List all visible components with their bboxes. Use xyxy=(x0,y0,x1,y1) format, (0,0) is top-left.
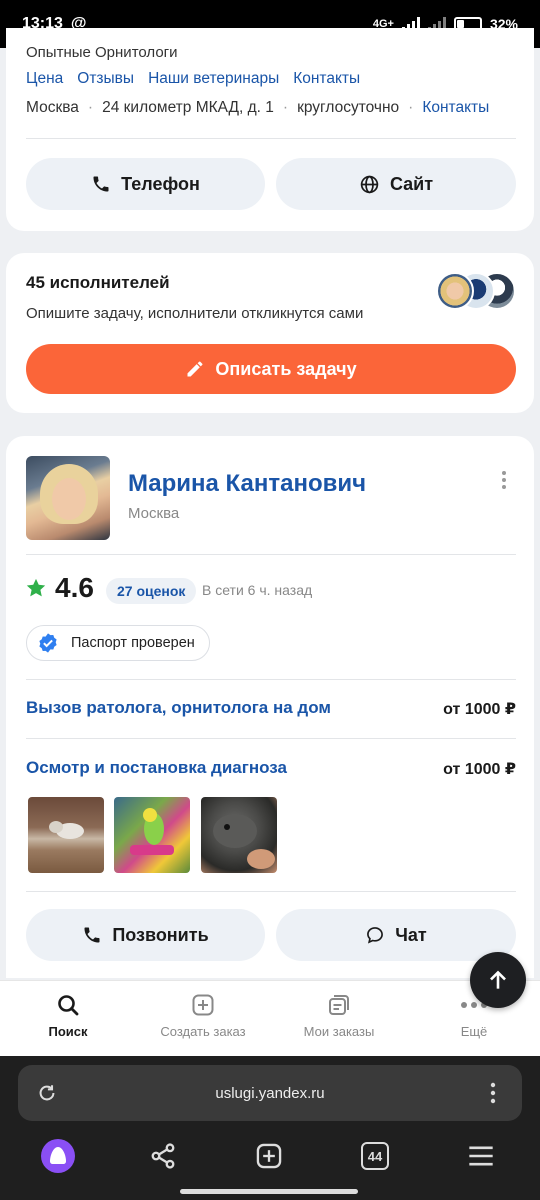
service-price: от 1000 ₽ xyxy=(443,761,516,778)
passport-label: Паспорт проверен xyxy=(71,635,195,651)
more-options-icon[interactable] xyxy=(502,471,506,489)
phone-button[interactable]: Телефон xyxy=(26,158,265,210)
divider xyxy=(26,679,516,680)
org-partial-title: Опытные Орнитологи xyxy=(26,44,178,61)
phone-icon xyxy=(93,176,109,192)
service-title[interactable]: Осмотр и постановка диагноза xyxy=(26,758,287,778)
reviews-badge[interactable]: 27 оценок xyxy=(106,578,197,604)
site-button[interactable]: Сайт xyxy=(276,158,516,210)
portfolio-photo[interactable] xyxy=(28,797,104,873)
tabs-icon: 44 xyxy=(361,1142,389,1170)
new-tab-icon xyxy=(256,1143,282,1169)
share-icon xyxy=(151,1143,175,1169)
tab-my-orders[interactable]: Мои заказы xyxy=(279,993,399,1039)
search-icon xyxy=(58,995,79,1016)
org-hours: круглосуточно xyxy=(297,99,400,116)
portfolio-photo[interactable] xyxy=(201,797,277,873)
tab-search-label: Поиск xyxy=(48,1024,88,1039)
alice-icon xyxy=(41,1139,75,1173)
tabs-count: 44 xyxy=(367,1148,383,1164)
passport-badge: Паспорт проверен xyxy=(26,625,210,661)
chat-button-label: Чат xyxy=(395,924,427,945)
star-icon xyxy=(26,578,46,597)
rating-value: 4.6 xyxy=(55,572,94,603)
arrow-up-icon xyxy=(490,970,506,989)
describe-task-button[interactable]: Описать задачу xyxy=(26,344,516,394)
browser-chrome: uslugi.yandex.ru 44 xyxy=(0,1056,540,1200)
performers-title: 45 исполнителей xyxy=(26,273,170,292)
describe-task-label: Описать задачу xyxy=(215,358,357,379)
alice-button[interactable] xyxy=(36,1134,80,1178)
org-city: Москва xyxy=(26,99,79,116)
tab-my-orders-label: Мои заказы xyxy=(303,1024,375,1039)
menu-dots-icon[interactable] xyxy=(482,1081,504,1105)
chat-bubble-icon xyxy=(367,927,384,944)
call-button-label: Позвонить xyxy=(112,924,209,945)
bottom-tab-bar: Поиск Создать заказ Мои заказы Ещё xyxy=(0,980,540,1056)
service-title[interactable]: Вызов ратолога, орнитолога на дом xyxy=(26,698,331,718)
hamburger-icon xyxy=(469,1146,493,1166)
divider xyxy=(26,138,516,139)
globe-icon xyxy=(360,175,379,193)
separator-dot: · xyxy=(408,99,414,116)
orders-icon xyxy=(329,995,349,1015)
divider xyxy=(26,891,516,892)
org-info: Москва · 24 километр МКАД, д. 1 · кругло… xyxy=(26,99,489,117)
scroll-to-top-button[interactable] xyxy=(470,952,526,1008)
tab-create-order-label: Создать заказ xyxy=(160,1024,246,1039)
service-price: от 1000 ₽ xyxy=(443,701,516,718)
plus-square-icon xyxy=(192,994,214,1016)
separator-dot: · xyxy=(87,99,94,116)
avatar xyxy=(436,272,474,310)
new-tab-button[interactable] xyxy=(247,1134,291,1178)
pencil-icon xyxy=(187,361,203,377)
tab-create-order[interactable]: Создать заказ xyxy=(143,993,263,1039)
browser-menu-button[interactable] xyxy=(459,1134,503,1178)
link-vets[interactable]: Наши ветеринары xyxy=(148,70,279,88)
phone-icon xyxy=(84,927,100,943)
call-button[interactable]: Позвонить xyxy=(26,909,265,961)
org-address: 24 километр МКАД, д. 1 xyxy=(102,99,274,116)
divider xyxy=(26,554,516,555)
url-text[interactable]: uslugi.yandex.ru xyxy=(18,1085,522,1102)
phone-button-label: Телефон xyxy=(121,173,200,194)
browser-nav: 44 xyxy=(0,1134,540,1184)
portfolio-photo[interactable] xyxy=(114,797,190,873)
tab-more-label: Ещё xyxy=(460,1024,488,1039)
separator-dot: · xyxy=(282,99,289,116)
performers-subtitle: Опишите задачу, исполнители откликнутся … xyxy=(26,305,364,322)
profile-name[interactable]: Марина Кантанович xyxy=(128,470,366,498)
address-bar[interactable]: uslugi.yandex.ru xyxy=(18,1065,522,1121)
link-contacts[interactable]: Контакты xyxy=(293,70,360,88)
verified-check-icon xyxy=(39,633,57,653)
performer-avatars xyxy=(436,272,516,312)
site-button-label: Сайт xyxy=(389,173,434,194)
online-status: В сети 6 ч. назад xyxy=(202,582,313,598)
profile-city: Москва xyxy=(128,505,180,522)
link-price[interactable]: Цена xyxy=(26,70,63,88)
divider xyxy=(26,738,516,739)
tab-search[interactable]: Поиск xyxy=(8,993,128,1039)
gesture-bar xyxy=(180,1189,358,1194)
tabs-button[interactable]: 44 xyxy=(353,1134,397,1178)
profile-photo[interactable] xyxy=(26,456,110,540)
chat-button[interactable]: Чат xyxy=(276,909,516,961)
share-button[interactable] xyxy=(141,1134,185,1178)
org-links: Цена Отзывы Наши ветеринары Контакты xyxy=(26,70,360,88)
link-reviews[interactable]: Отзывы xyxy=(77,70,134,88)
org-contacts-link[interactable]: Контакты xyxy=(422,99,489,117)
